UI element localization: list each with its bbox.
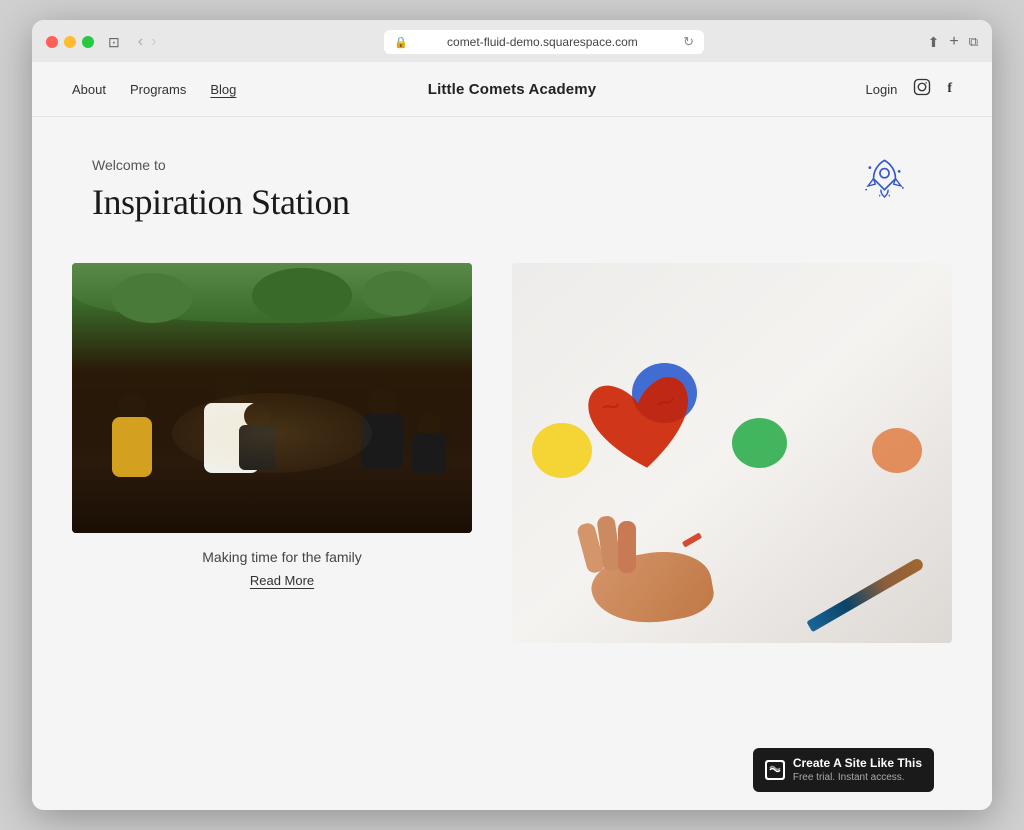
read-more-link[interactable]: Read More [72,573,492,588]
browser-chrome: ⊡ ‹ › 🔒 comet-fluid-demo.squarespace.com… [32,20,992,62]
tabs-icon[interactable]: ⧉ [969,34,978,50]
blog-title: Inspiration Station [92,181,932,223]
squarespace-badge[interactable]: Create A Site Like This Free trial. Inst… [753,748,934,792]
family-photo-image [72,263,472,533]
blog-post-left: Making time for the family Read More [72,263,492,810]
nav-login[interactable]: Login [866,82,898,97]
nav-blog[interactable]: Blog [210,82,236,97]
squarespace-logo [765,760,785,780]
maximize-button[interactable] [82,36,94,48]
window-controls: ⊡ [104,32,124,53]
art-photo-image [512,263,952,643]
nav-left: About Programs Blog [72,82,236,97]
nav-programs[interactable]: Programs [130,82,186,97]
lock-icon: 🔒 [394,36,408,49]
reload-button[interactable]: ↻ [683,34,694,50]
blog-header: Welcome to Inspiration Station [32,117,992,243]
nav-about[interactable]: About [72,82,106,97]
instagram-icon[interactable] [913,78,931,100]
back-button[interactable]: ‹ [134,31,147,53]
welcome-text: Welcome to [92,157,932,173]
squarespace-title: Create A Site Like This [793,756,922,772]
squarespace-text: Create A Site Like This Free trial. Inst… [793,756,922,784]
minimize-button[interactable] [64,36,76,48]
share-icon[interactable]: ⬆ [928,34,940,51]
close-button[interactable] [46,36,58,48]
rocket-icon [857,153,912,213]
facebook-icon[interactable]: f [947,81,952,97]
site-nav: About Programs Blog Little Comets Academ… [32,62,992,117]
squarespace-subtitle: Free trial. Instant access. [793,772,922,784]
nav-right: Login f [866,78,952,100]
green-paint [732,418,787,468]
browser-actions: ⬆ + ⧉ [928,33,978,51]
url-text: comet-fluid-demo.squarespace.com [414,35,671,49]
blog-posts: Making time for the family Read More [32,243,992,810]
blog-post-caption: Making time for the family [72,533,492,573]
browser-window: ⊡ ‹ › 🔒 comet-fluid-demo.squarespace.com… [32,20,992,810]
address-bar[interactable]: 🔒 comet-fluid-demo.squarespace.com ↻ [384,30,704,54]
site-title: Little Comets Academy [428,81,596,98]
forward-button[interactable]: › [147,31,160,53]
traffic-lights [46,36,94,48]
blog-post-right: Create A Site Like This Free trial. Inst… [512,263,952,810]
site-content: About Programs Blog Little Comets Academ… [32,62,992,810]
new-tab-icon[interactable]: + [949,33,958,51]
sidebar-toggle-icon[interactable]: ⊡ [104,32,124,53]
